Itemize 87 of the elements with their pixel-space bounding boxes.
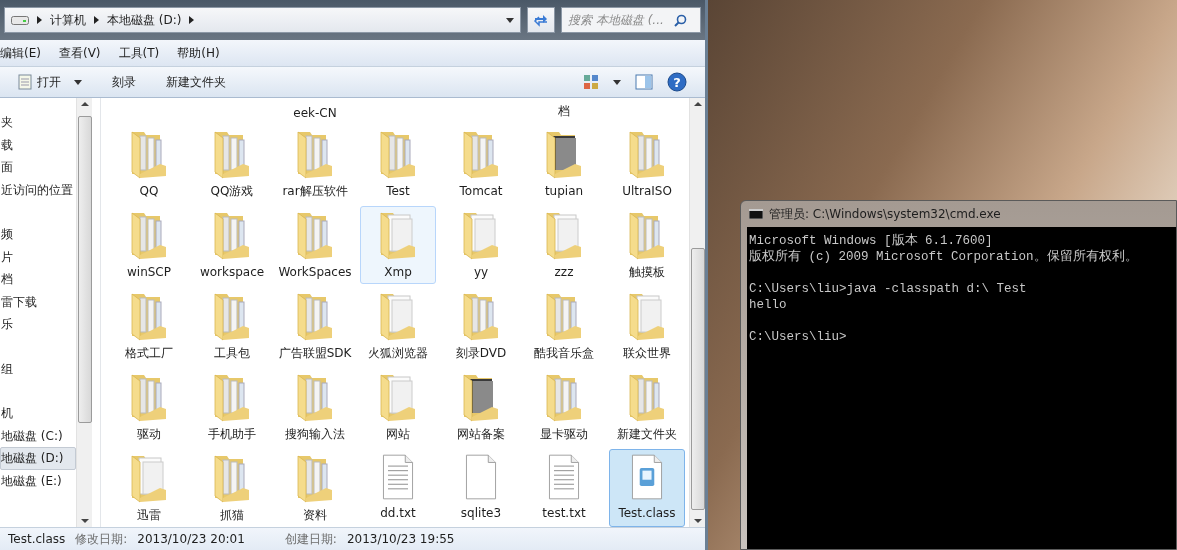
- dropdown-caret-icon[interactable]: [613, 79, 621, 85]
- file-item[interactable]: 火狐浏览器: [360, 287, 436, 365]
- file-item[interactable]: WorkSpaces: [277, 206, 353, 284]
- refresh-button[interactable]: [527, 7, 555, 33]
- file-item[interactable]: QQ游戏: [194, 125, 270, 203]
- console-line: C:\Users\liu>: [749, 329, 848, 345]
- file-item[interactable]: yy: [443, 206, 519, 284]
- file-item[interactable]: 手机助手: [194, 368, 270, 446]
- scrollbar[interactable]: [76, 98, 92, 527]
- refresh-icon: [533, 13, 549, 27]
- file-item[interactable]: sqlite3: [443, 449, 519, 527]
- sidebar-item[interactable]: 地磁盘 (D:): [0, 447, 76, 470]
- toolbar-button[interactable]: 刻录: [112, 71, 136, 93]
- console-line: 版权所有 (c) 2009 Microsoft Corporation。保留所有权利。: [749, 249, 1139, 265]
- sidebar-item[interactable]: 频: [0, 223, 76, 246]
- sidebar-item[interactable]: 地磁盘 (C:): [0, 424, 76, 447]
- file-item[interactable]: workspace: [194, 206, 270, 284]
- file-item[interactable]: 新建文件夹: [609, 368, 685, 446]
- file-item[interactable]: 酷我音乐盒: [526, 287, 602, 365]
- sidebar-item[interactable]: 档: [0, 268, 76, 291]
- breadcrumb-item[interactable]: 计算机: [50, 11, 86, 29]
- notepad-icon: [18, 74, 32, 90]
- sidebar-item[interactable]: 地磁盘 (E:): [0, 469, 76, 492]
- preview-pane-icon[interactable]: [635, 74, 653, 90]
- file-name: Test.class: [8, 532, 66, 546]
- menu-item[interactable]: 查看(V): [54, 42, 105, 64]
- console-line: C:\Users\liu>java -classpath d:\ Test: [749, 281, 1028, 297]
- console-icon: [749, 209, 763, 219]
- file-item[interactable]: 资料: [277, 449, 353, 527]
- file-item[interactable]: Tomcat: [443, 125, 519, 203]
- open-button[interactable]: 打开: [18, 71, 82, 93]
- file-item[interactable]: winSCP: [111, 206, 187, 284]
- file-item[interactable]: 联众世界: [609, 287, 685, 365]
- file-label: eek-CN: [293, 106, 337, 120]
- sidebar-item[interactable]: 片: [0, 245, 76, 268]
- file-item[interactable]: Test: [360, 125, 436, 203]
- modified-label: 修改日期:: [75, 530, 128, 548]
- file-item[interactable]: 显卡驱动: [526, 368, 602, 446]
- breadcrumb-item[interactable]: 本地磁盘 (D:): [107, 11, 182, 29]
- sidebar-item[interactable]: 近访问的位置: [0, 178, 76, 201]
- sidebar-item[interactable]: 夹: [0, 111, 76, 134]
- menu-item[interactable]: 工具(T): [114, 42, 164, 64]
- sidebar-item[interactable]: 雷下载: [0, 290, 76, 313]
- file-item[interactable]: Xmp: [360, 206, 436, 284]
- sidebar-item[interactable]: 载: [0, 133, 76, 156]
- dropdown-caret-icon[interactable]: [506, 17, 514, 23]
- sidebar-item[interactable]: 面: [0, 156, 76, 179]
- menu-item[interactable]: 帮助(H): [173, 42, 224, 64]
- search-field[interactable]: 搜索 本地磁盘 (...: [561, 7, 701, 33]
- file-item[interactable]: 触摸板: [609, 206, 685, 284]
- console-line: Microsoft Windows [版本 6.1.7600]: [749, 233, 994, 249]
- view-options-icon[interactable]: [583, 74, 599, 90]
- file-item[interactable]: 工具包: [194, 287, 270, 365]
- file-item[interactable]: UltraISO: [609, 125, 685, 203]
- search-icon: [674, 13, 687, 27]
- file-item[interactable]: 网站备案: [443, 368, 519, 446]
- sidebar-item[interactable]: 机: [0, 402, 76, 425]
- file-item[interactable]: rar解压软件: [277, 125, 353, 203]
- modified-date: 2013/10/23 20:01: [137, 532, 245, 546]
- file-item[interactable]: QQ: [111, 125, 187, 203]
- file-item[interactable]: tupian: [526, 125, 602, 203]
- search-input[interactable]: 搜索 本地磁盘 (...: [566, 12, 670, 28]
- sidebar-item[interactable]: 组: [0, 357, 76, 380]
- file-item[interactable]: Test.class: [609, 449, 685, 527]
- created-date: 2013/10/23 19:55: [346, 532, 455, 546]
- address-bar[interactable]: 计算机 本地磁盘 (D:): [4, 7, 521, 33]
- file-item[interactable]: 搜狗输入法: [277, 368, 353, 446]
- file-item[interactable]: zzz: [526, 206, 602, 284]
- menu-item[interactable]: 编辑(E): [0, 42, 45, 64]
- scrollbar[interactable]: [689, 98, 705, 527]
- file-item[interactable]: dd.txt: [360, 449, 436, 527]
- drive-icon: [11, 15, 29, 25]
- file-label: 档: [558, 103, 570, 120]
- file-item[interactable]: 格式工厂: [111, 287, 187, 365]
- file-item[interactable]: 网站: [360, 368, 436, 446]
- toolbar-button[interactable]: 新建文件夹: [166, 71, 226, 93]
- sidebar-item[interactable]: 乐: [0, 313, 76, 336]
- file-item[interactable]: 刻录DVD: [443, 287, 519, 365]
- file-item[interactable]: 驱动: [111, 368, 187, 446]
- file-item[interactable]: 迅雷: [111, 449, 187, 527]
- created-label: 创建日期:: [284, 530, 337, 548]
- help-icon[interactable]: ?: [667, 72, 687, 92]
- file-item[interactable]: test.txt: [526, 449, 602, 527]
- console-line: hello: [749, 297, 788, 313]
- file-item[interactable]: 广告联盟SDK: [277, 287, 353, 365]
- window-title: 管理员: C:\Windows\system32\cmd.exe: [769, 205, 1001, 223]
- file-item[interactable]: 抓猫: [194, 449, 270, 527]
